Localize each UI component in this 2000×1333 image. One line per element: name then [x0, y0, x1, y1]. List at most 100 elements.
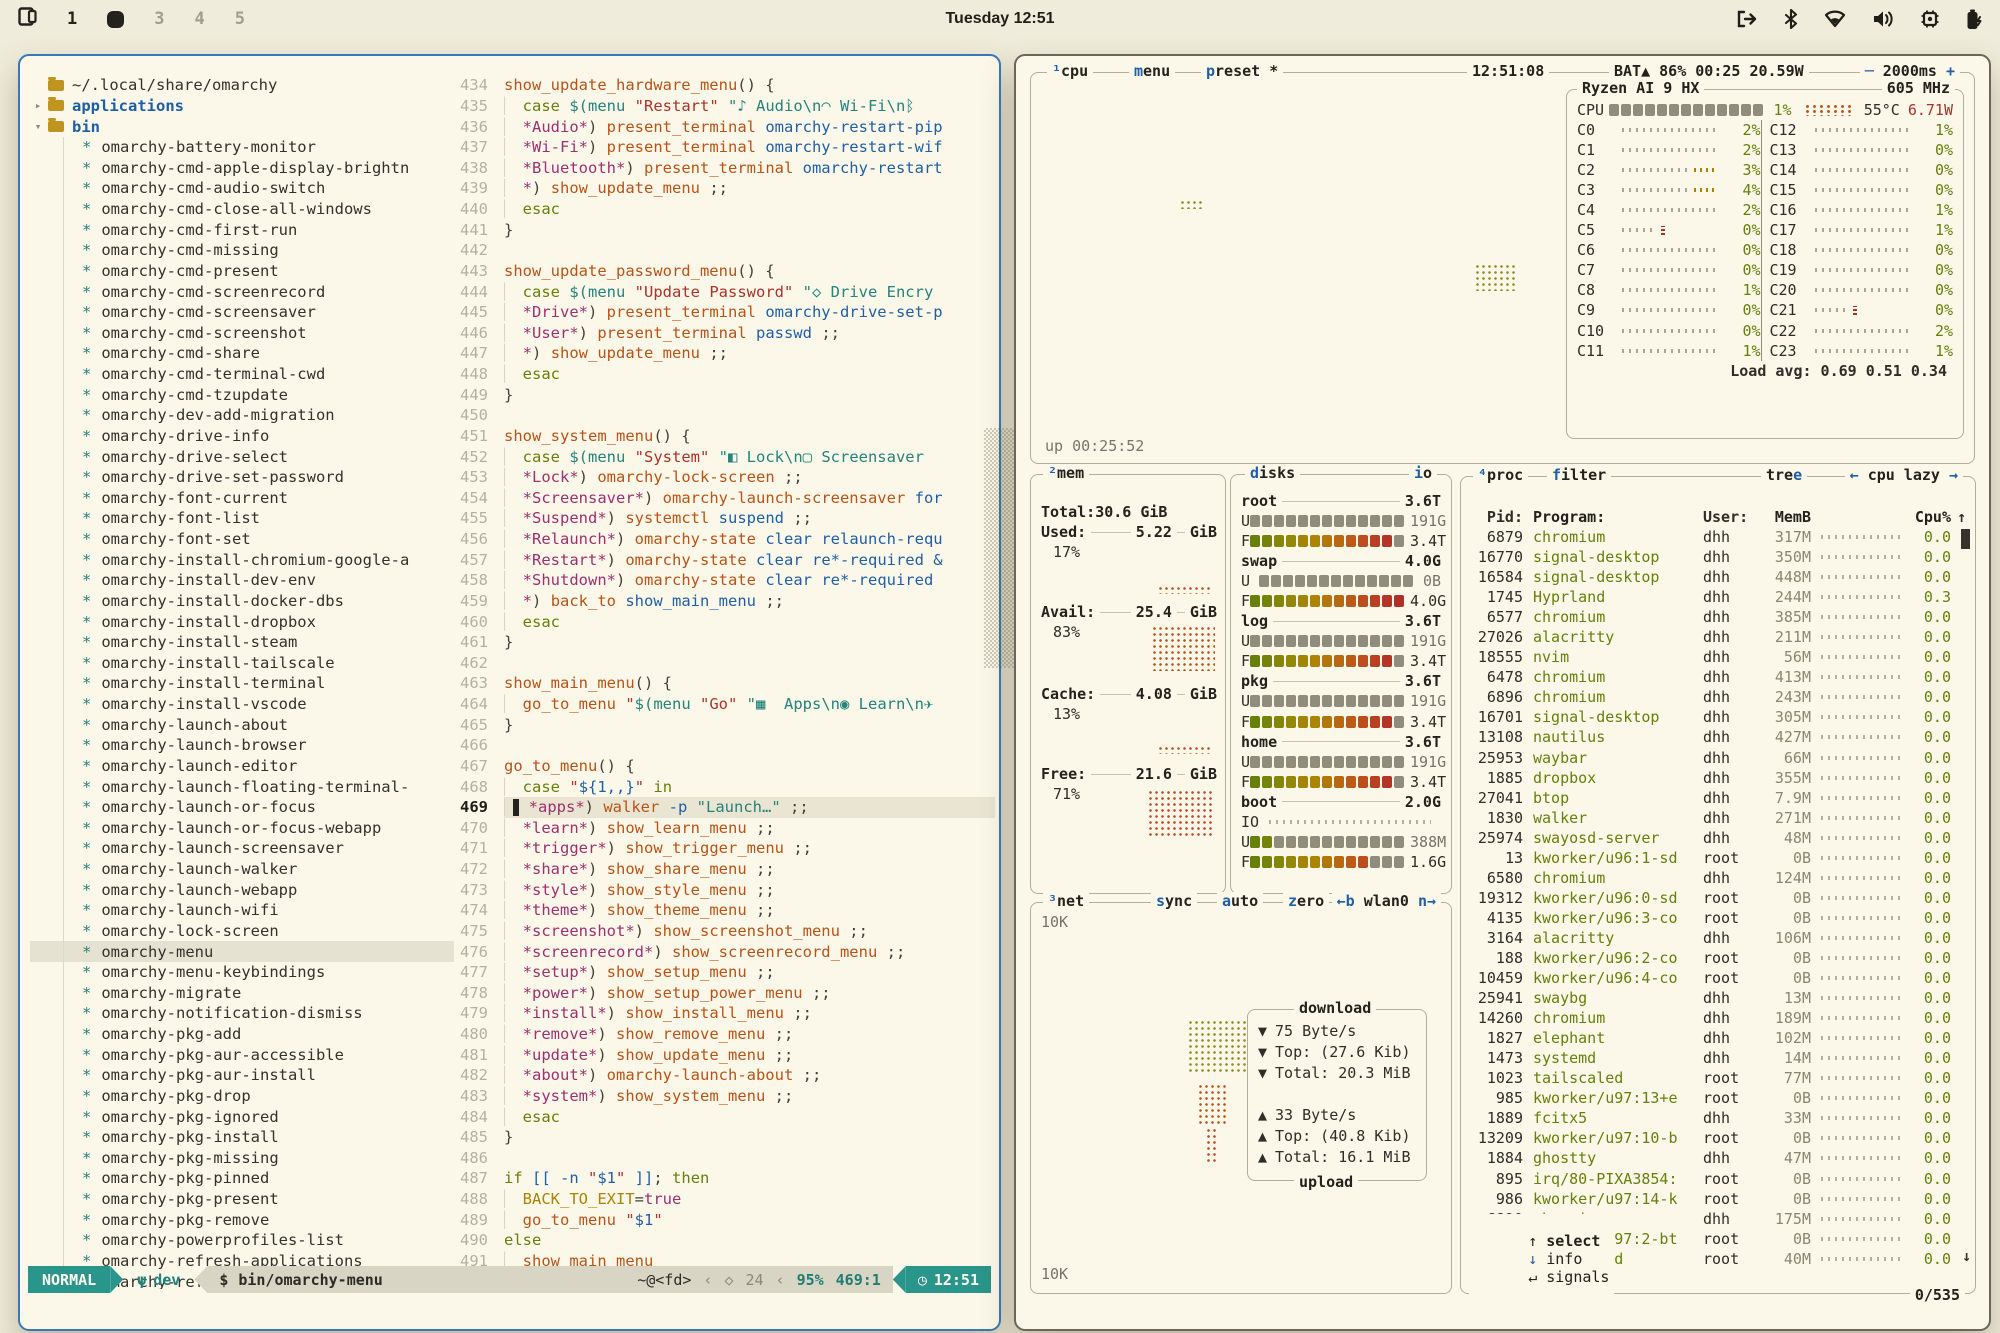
- tree-file-omarchy-launch-walker[interactable]: *omarchy-launch-walker: [30, 859, 454, 880]
- process-row[interactable]: 13kworker/u96:1-sdroot0B0.0: [1461, 848, 1975, 868]
- window-overview-icon[interactable]: [18, 7, 37, 31]
- process-row[interactable]: 188kworker/u96:2-coroot0B0.0: [1461, 948, 1975, 968]
- tree-file-omarchy-launch-screensaver[interactable]: *omarchy-launch-screensaver: [30, 838, 454, 859]
- tree-file-omarchy-drive-select[interactable]: *omarchy-drive-select: [30, 446, 454, 467]
- tree-file-omarchy-menu[interactable]: *omarchy-menu: [30, 941, 454, 962]
- tree-file-omarchy-cmd-close-all-windows[interactable]: *omarchy-cmd-close-all-windows: [30, 199, 454, 220]
- workspace-1[interactable]: 1: [67, 9, 77, 29]
- net-zero-toggle[interactable]: zero: [1283, 892, 1329, 910]
- workspace-2-active[interactable]: [107, 11, 124, 28]
- battery-charging-icon[interactable]: [1966, 9, 1982, 30]
- tree-folder-bin[interactable]: ▾bin: [30, 116, 454, 137]
- process-row[interactable]: 14260chromiumdhh189M0.0: [1461, 1008, 1975, 1028]
- tree-file-omarchy-pkg-present[interactable]: *omarchy-pkg-present: [30, 1189, 454, 1210]
- tree-file-omarchy-cmd-share[interactable]: *omarchy-cmd-share: [30, 343, 454, 364]
- process-row[interactable]: 1830walkerdhh271M0.0: [1461, 808, 1975, 828]
- process-row[interactable]: 10459kworker/u96:4-coroot0B0.0: [1461, 968, 1975, 988]
- file-tree[interactable]: ~/.local/share/omarchy▸applications▾bin*…: [30, 75, 454, 1289]
- process-row[interactable]: 1827elephantdhh102M0.0: [1461, 1028, 1975, 1048]
- tree-file-omarchy-pkg-add[interactable]: *omarchy-pkg-add: [30, 1024, 454, 1045]
- process-row[interactable]: 3164alacrittydhh106M0.0: [1461, 928, 1975, 948]
- process-row[interactable]: 985kworker/u97:13+eroot0B0.0: [1461, 1088, 1975, 1108]
- workspace-3[interactable]: 3: [154, 9, 164, 29]
- tree-file-omarchy-install-chromium-google-a[interactable]: *omarchy-install-chromium-google-a: [30, 549, 454, 570]
- tree-file-omarchy-cmd-screenshot[interactable]: *omarchy-cmd-screenshot: [30, 323, 454, 344]
- process-row[interactable]: 27026alacrittydhh211M0.0: [1461, 627, 1975, 647]
- tree-folder-applications[interactable]: ▸applications: [30, 96, 454, 117]
- process-row[interactable]: 16584signal-desktopdhh448M0.0: [1461, 567, 1975, 587]
- process-row[interactable]: 986kworker/u97:14-kroot0B0.0: [1461, 1189, 1975, 1209]
- menu-button[interactable]: menu: [1129, 62, 1175, 80]
- process-row[interactable]: 1473systemddhh14M0.0: [1461, 1048, 1975, 1068]
- tree-file-omarchy-powerprofiles-list[interactable]: *omarchy-powerprofiles-list: [30, 1230, 454, 1251]
- tree-file-omarchy-battery-monitor[interactable]: *omarchy-battery-monitor: [30, 137, 454, 158]
- tree-file-omarchy-launch-or-focus[interactable]: *omarchy-launch-or-focus: [30, 797, 454, 818]
- tree-file-omarchy-cmd-present[interactable]: *omarchy-cmd-present: [30, 261, 454, 282]
- process-row[interactable]: 6478chromiumdhh413M0.0: [1461, 667, 1975, 687]
- tree-file-omarchy-dev-add-migration[interactable]: *omarchy-dev-add-migration: [30, 405, 454, 426]
- tree-file-omarchy-font-current[interactable]: *omarchy-font-current: [30, 488, 454, 509]
- net-auto-toggle[interactable]: auto: [1217, 892, 1263, 910]
- tree-file-omarchy-pkg-missing[interactable]: *omarchy-pkg-missing: [30, 1148, 454, 1169]
- tree-file-omarchy-cmd-missing[interactable]: *omarchy-cmd-missing: [30, 240, 454, 261]
- tree-file-omarchy-cmd-audio-switch[interactable]: *omarchy-cmd-audio-switch: [30, 178, 454, 199]
- process-row[interactable]: 895irq/80-PIXA3854:root0B0.0: [1461, 1169, 1975, 1189]
- process-row[interactable]: 6879chromiumdhh317M0.0: [1461, 527, 1975, 547]
- tree-file-omarchy-pkg-drop[interactable]: *omarchy-pkg-drop: [30, 1086, 454, 1107]
- tree-file-omarchy-cmd-apple-display-brightn[interactable]: *omarchy-cmd-apple-display-brightn: [30, 158, 454, 179]
- tree-file-omarchy-launch-floating-terminal-[interactable]: *omarchy-launch-floating-terminal-: [30, 776, 454, 797]
- tree-file-omarchy-pkg-ignored[interactable]: *omarchy-pkg-ignored: [30, 1106, 454, 1127]
- tree-file-omarchy-launch-browser[interactable]: *omarchy-launch-browser: [30, 735, 454, 756]
- tree-file-omarchy-install-steam[interactable]: *omarchy-install-steam: [30, 632, 454, 653]
- tree-file-omarchy-install-terminal[interactable]: *omarchy-install-terminal: [30, 673, 454, 694]
- wifi-icon[interactable]: [1824, 10, 1846, 28]
- tree-file-omarchy-install-dev-env[interactable]: *omarchy-install-dev-env: [30, 570, 454, 591]
- update-interval[interactable]: ─ 2000ms +: [1860, 62, 1960, 80]
- process-row[interactable]: 13108nautilusdhh427M0.0: [1461, 727, 1975, 747]
- proc-scrollbar[interactable]: [1961, 529, 1970, 549]
- tree-root[interactable]: ~/.local/share/omarchy: [30, 75, 454, 96]
- disks-panel-title[interactable]: disks: [1245, 464, 1300, 482]
- process-row[interactable]: 1885dropboxdhh355M0.0: [1461, 768, 1975, 788]
- tree-file-omarchy-pkg-aur-accessible[interactable]: *omarchy-pkg-aur-accessible: [30, 1044, 454, 1065]
- tree-file-omarchy-launch-or-focus-webapp[interactable]: *omarchy-launch-or-focus-webapp: [30, 818, 454, 839]
- tree-file-omarchy-pkg-aur-install[interactable]: *omarchy-pkg-aur-install: [30, 1065, 454, 1086]
- process-row[interactable]: 6577chromiumdhh385M0.0: [1461, 607, 1975, 627]
- process-row[interactable]: 25941swaybgdhh13M0.0: [1461, 988, 1975, 1008]
- proc-scroll-down-arrow[interactable]: ↓: [1962, 1247, 1971, 1265]
- net-sync-toggle[interactable]: sync: [1151, 892, 1197, 910]
- tree-file-omarchy-launch-editor[interactable]: *omarchy-launch-editor: [30, 756, 454, 777]
- tree-file-omarchy-install-docker-dbs[interactable]: *omarchy-install-docker-dbs: [30, 591, 454, 612]
- process-row[interactable]: 16701signal-desktopdhh305M0.0: [1461, 707, 1975, 727]
- proc-tree-toggle[interactable]: tree: [1761, 466, 1807, 484]
- tree-file-omarchy-drive-info[interactable]: *omarchy-drive-info: [30, 426, 454, 447]
- tree-file-omarchy-launch-wifi[interactable]: *omarchy-launch-wifi: [30, 900, 454, 921]
- process-row[interactable]: 6896chromiumdhh243M0.0: [1461, 687, 1975, 707]
- tree-file-omarchy-lock-screen[interactable]: *omarchy-lock-screen: [30, 921, 454, 942]
- info-hint[interactable]: info: [1546, 1250, 1582, 1268]
- tree-file-omarchy-font-list[interactable]: *omarchy-font-list: [30, 508, 454, 529]
- tree-file-omarchy-cmd-terminal-cwd[interactable]: *omarchy-cmd-terminal-cwd: [30, 364, 454, 385]
- process-row[interactable]: 1745Hyprlanddhh244M0.3: [1461, 587, 1975, 607]
- proc-panel-title[interactable]: ⁴proc: [1473, 466, 1528, 484]
- process-row[interactable]: 27041btopdhh7.9M0.0: [1461, 788, 1975, 808]
- tree-file-omarchy-cmd-first-run[interactable]: *omarchy-cmd-first-run: [30, 219, 454, 240]
- select-hint[interactable]: select: [1546, 1232, 1600, 1250]
- screencast-icon[interactable]: [1736, 10, 1758, 28]
- chip-icon[interactable]: [1920, 9, 1940, 29]
- process-row[interactable]: 1023tailscaledroot77M0.0: [1461, 1068, 1975, 1088]
- tree-file-omarchy-pkg-remove[interactable]: *omarchy-pkg-remove: [30, 1209, 454, 1230]
- tree-file-omarchy-notification-dismiss[interactable]: *omarchy-notification-dismiss: [30, 1003, 454, 1024]
- tree-file-omarchy-install-tailscale[interactable]: *omarchy-install-tailscale: [30, 653, 454, 674]
- process-row[interactable]: 6580chromiumdhh124M0.0: [1461, 868, 1975, 888]
- proc-sort-selector[interactable]: ← cpu lazy →: [1845, 466, 1963, 484]
- process-row[interactable]: 18555nvimdhh56M0.0: [1461, 647, 1975, 667]
- net-panel-title[interactable]: ³net: [1043, 892, 1089, 910]
- tree-file-omarchy-pkg-pinned[interactable]: *omarchy-pkg-pinned: [30, 1168, 454, 1189]
- process-row[interactable]: 4135kworker/u96:3-coroot0B0.0: [1461, 908, 1975, 928]
- process-row[interactable]: 1889fcitx5dhh33M0.0: [1461, 1108, 1975, 1128]
- signals-hint[interactable]: signals: [1546, 1268, 1609, 1286]
- tree-file-omarchy-drive-set-password[interactable]: *omarchy-drive-set-password: [30, 467, 454, 488]
- net-interface-selector[interactable]: ←b wlan0 n→: [1332, 892, 1441, 910]
- process-row[interactable]: 13209kworker/u97:10-broot0B0.0: [1461, 1128, 1975, 1148]
